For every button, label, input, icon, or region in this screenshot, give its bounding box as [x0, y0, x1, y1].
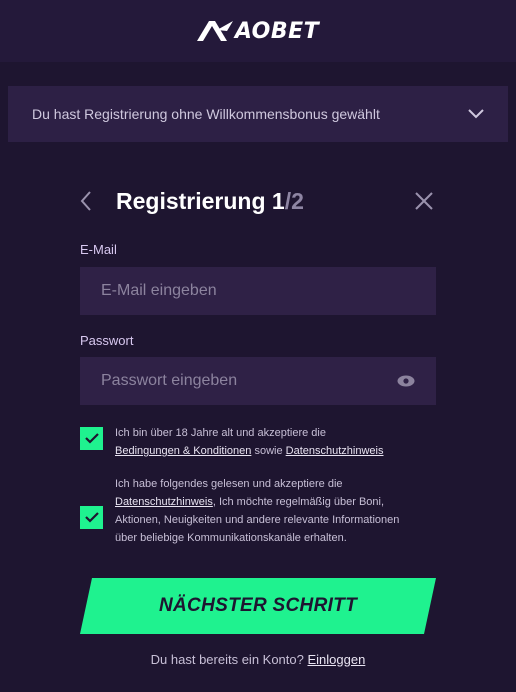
registration-page: AOBET Du hast Registrierung ohne Willkom… [0, 0, 516, 692]
close-icon [415, 192, 433, 210]
marketing-checkbox[interactable] [80, 506, 103, 529]
chevron-left-icon [80, 191, 91, 211]
logo-text: AOBET [234, 18, 320, 44]
email-field-container [80, 267, 436, 315]
terms-checkbox[interactable] [80, 427, 103, 450]
next-step-label: NÄCHSTER SCHRITT [159, 595, 357, 616]
marketing-consent-text: Ich habe folgendes gelesen und akzeptier… [115, 475, 415, 547]
check-icon [84, 433, 99, 444]
eye-icon[interactable] [397, 375, 415, 387]
marketing-text-before: Ich habe folgendes gelesen und akzeptier… [115, 478, 343, 490]
page-title: Registrierung 1/2 [116, 188, 412, 215]
login-prompt-text: Du hast bereits ein Konto? [150, 652, 304, 667]
marketing-privacy-link[interactable]: Datenschutzhinweis [115, 496, 213, 508]
terms-consent-text: Ich bin über 18 Jahre alt und akzeptiere… [115, 424, 384, 460]
brand-mark-icon [196, 21, 233, 41]
marketing-consent-row: Ich habe folgendes gelesen und akzeptier… [80, 475, 436, 547]
terms-text-middle: sowie [254, 445, 283, 457]
step-total: /2 [284, 187, 304, 214]
terms-text-before: Ich bin über 18 Jahre alt und akzeptiere… [115, 427, 326, 439]
logo[interactable]: AOBET [196, 18, 320, 44]
next-step-button[interactable]: NÄCHSTER SCHRITT [80, 578, 436, 634]
bonus-selection-dropdown[interactable]: Du hast Registrierung ohne Willkommensbo… [8, 86, 508, 142]
email-label: E-Mail [80, 242, 117, 257]
terms-link[interactable]: Bedingungen & Konditionen [115, 445, 251, 457]
privacy-link[interactable]: Datenschutzhinweis [286, 445, 384, 457]
header: AOBET [0, 0, 516, 62]
login-link[interactable]: Einloggen [308, 652, 366, 667]
step-current: 1 [271, 187, 285, 214]
password-field[interactable] [101, 372, 397, 390]
login-prompt: Du hast bereits ein Konto? Einloggen [0, 652, 516, 667]
password-field-container [80, 357, 436, 405]
check-icon [84, 512, 99, 523]
email-field[interactable] [101, 282, 415, 300]
close-button[interactable] [412, 189, 436, 213]
form-header: Registrierung 1/2 [80, 182, 436, 220]
title-text: Registrierung [116, 187, 266, 214]
back-button[interactable] [80, 183, 106, 219]
bonus-selection-text: Du hast Registrierung ohne Willkommensbo… [32, 106, 380, 122]
chevron-down-icon [468, 109, 484, 119]
terms-consent-row: Ich bin über 18 Jahre alt und akzeptiere… [80, 424, 436, 460]
password-label: Passwort [80, 333, 134, 348]
